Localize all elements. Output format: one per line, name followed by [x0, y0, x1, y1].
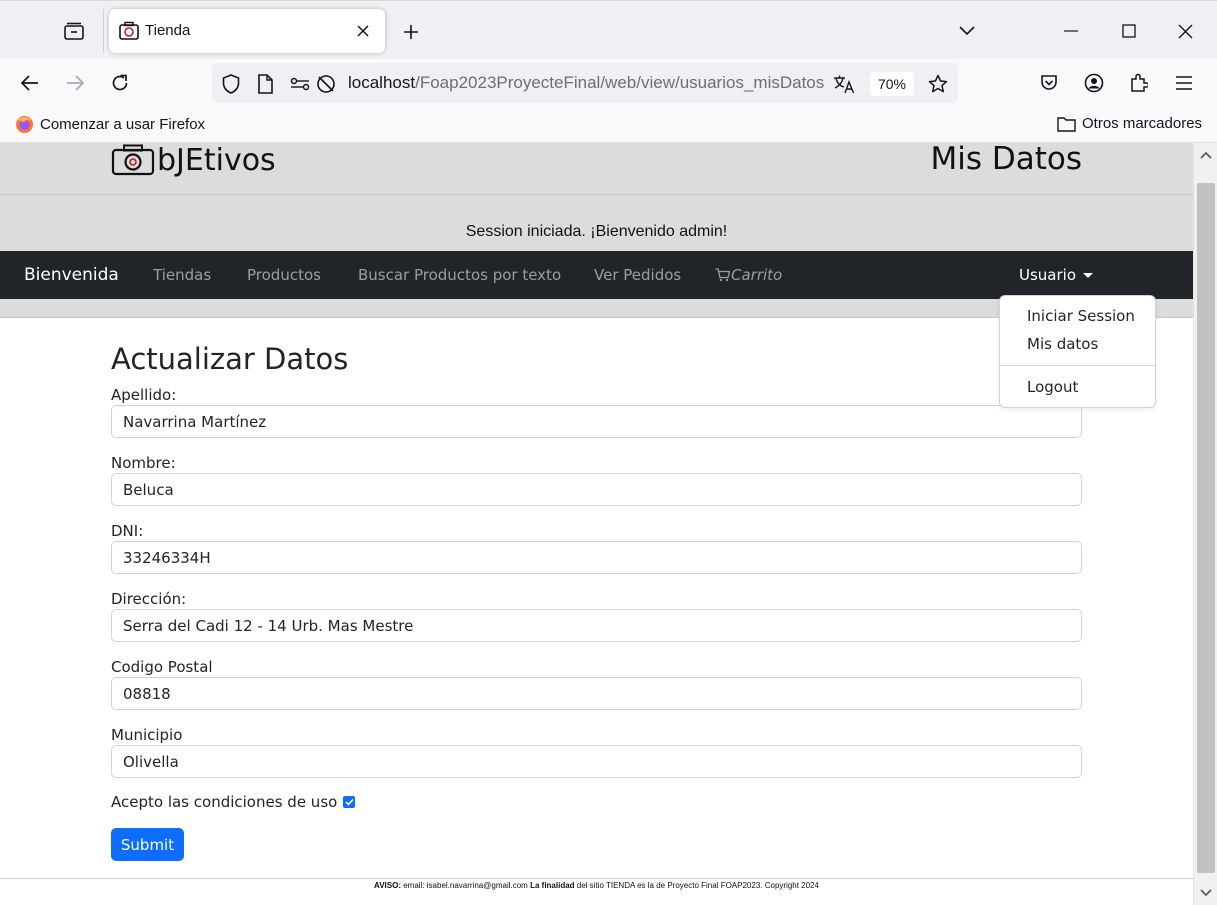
url-text[interactable]: localhost/Foap2023ProyecteFinal/web/view… — [348, 73, 828, 93]
close-window-icon[interactable] — [1163, 11, 1207, 51]
forward-arrow-icon[interactable] — [61, 69, 89, 97]
minimize-window-icon[interactable] — [1049, 11, 1093, 51]
bookmark-other-label: Otros marcadores — [1082, 115, 1203, 132]
terms-label: Acepto las condiciones de uso — [111, 793, 338, 811]
zoom-level-badge[interactable]: 70% — [870, 72, 914, 96]
navbar-brand[interactable]: Bienvenida — [24, 265, 119, 285]
label-direccion: Dirección: — [111, 590, 187, 608]
bookmark-other-folder[interactable]: Otros marcadores — [1057, 115, 1202, 132]
label-nombre: Nombre: — [111, 454, 176, 472]
cart-icon — [715, 268, 730, 282]
list-all-tabs-chevron-icon[interactable] — [953, 17, 981, 45]
account-icon[interactable] — [1080, 69, 1108, 97]
dropdown-item-logout[interactable]: Logout — [1027, 378, 1078, 396]
page-scrollbar[interactable] — [1193, 143, 1217, 905]
page-info-icon[interactable] — [254, 73, 276, 95]
tab-title: Tienda — [145, 22, 191, 39]
cart-label: Carrito — [731, 266, 783, 284]
new-tab-plus-icon[interactable] — [397, 18, 425, 46]
browser-toolbar: localhost/Foap2023ProyecteFinal/web/view… — [0, 59, 1217, 107]
firefox-logo-icon — [16, 116, 33, 133]
nav-link-productos[interactable]: Productos — [247, 266, 321, 284]
scroll-down-arrow-icon[interactable] — [1194, 883, 1217, 903]
reload-icon[interactable] — [106, 69, 134, 97]
nav-link-pedidos[interactable]: Ver Pedidos — [594, 266, 681, 284]
nav-link-tiendas[interactable]: Tiendas — [153, 266, 211, 284]
scrollbar-thumb[interactable] — [1197, 183, 1215, 873]
input-dni[interactable] — [111, 541, 1082, 574]
session-banner: Session iniciada. ¡Bienvenido admin! — [0, 195, 1193, 251]
permissions-icon[interactable] — [289, 73, 311, 95]
dropdown-divider — [1000, 365, 1155, 366]
session-message: Session iniciada. ¡Bienvenido admin! — [465, 223, 728, 240]
firefox-view-icon[interactable] — [60, 17, 88, 45]
user-menu-toggle[interactable]: Usuario — [1019, 266, 1094, 284]
label-municipio: Municipio — [111, 726, 183, 744]
camera-favicon-icon — [119, 21, 139, 41]
camera-logo-icon — [111, 144, 155, 176]
label-codigo-postal: Codigo Postal — [111, 658, 213, 676]
submit-button[interactable]: Submit — [111, 828, 184, 861]
caret-down-icon — [1083, 272, 1094, 278]
footer-notice: AVISO: email: isabel.navarrina@gmail.com… — [0, 881, 1193, 890]
label-apellido: Apellido: — [111, 386, 177, 404]
bookmark-get-started-label: Comenzar a usar Firefox — [40, 116, 206, 133]
footer-aviso: AVISO: — [374, 881, 401, 890]
folder-icon — [1057, 116, 1076, 132]
main-navbar: Bienvenida Tiendas Productos Buscar Prod… — [0, 251, 1193, 299]
maximize-window-icon[interactable] — [1107, 11, 1151, 51]
page-viewport: bJEtivos Mis Datos Session iniciada. ¡Bi… — [0, 143, 1193, 905]
page-heading: Mis Datos — [930, 143, 1082, 177]
nav-link-carrito[interactable]: Carrito — [715, 266, 782, 284]
terms-row: Acepto las condiciones de uso — [111, 793, 356, 811]
user-menu-label: Usuario — [1019, 266, 1077, 284]
browser-tab-active[interactable]: Tienda — [109, 9, 385, 53]
input-municipio[interactable] — [111, 745, 1082, 778]
terms-checkbox[interactable] — [343, 796, 356, 808]
input-apellido[interactable] — [111, 405, 1082, 438]
nav-link-buscar[interactable]: Buscar Productos por texto — [358, 266, 561, 284]
browser-tab-bar: Tienda — [0, 0, 1217, 59]
pocket-icon[interactable] — [1035, 69, 1063, 97]
close-tab-icon[interactable] — [351, 19, 375, 43]
dropdown-item-mis-datos[interactable]: Mis datos — [1027, 335, 1098, 353]
bookmarks-toolbar: Comenzar a usar Firefox Otros marcadores — [0, 107, 1217, 143]
scroll-up-arrow-icon[interactable] — [1194, 145, 1217, 165]
hamburger-menu-icon[interactable] — [1170, 69, 1198, 97]
footer-la: La — [530, 881, 540, 890]
bookmark-get-started[interactable]: Comenzar a usar Firefox — [15, 115, 205, 134]
footer-divider — [0, 878, 1193, 879]
input-nombre[interactable] — [111, 473, 1082, 506]
url-host: localhost — [348, 73, 416, 92]
extensions-puzzle-icon[interactable] — [1125, 69, 1153, 97]
footer-email[interactable]: email: isabel.navarrina@gmail.com — [403, 881, 528, 890]
logo-text: bJEtivos — [157, 143, 276, 178]
tab-separator — [103, 9, 104, 53]
site-header: bJEtivos Mis Datos — [0, 143, 1193, 195]
label-dni: DNI: — [111, 522, 144, 540]
checkmark-icon — [345, 798, 354, 806]
form-title: Actualizar Datos — [111, 342, 349, 376]
input-direccion[interactable] — [111, 609, 1082, 642]
tracking-blocked-icon[interactable] — [315, 73, 337, 95]
footer-finalidad: finalidad — [541, 881, 575, 890]
user-dropdown-menu: Iniciar Session Mis datos Logout — [999, 295, 1156, 408]
dropdown-item-iniciar-session[interactable]: Iniciar Session — [1027, 307, 1135, 325]
site-logo[interactable]: bJEtivos — [111, 143, 276, 178]
input-codigo-postal[interactable] — [111, 677, 1082, 710]
address-bar[interactable]: localhost/Foap2023ProyecteFinal/web/view… — [212, 63, 958, 103]
bookmark-star-icon[interactable] — [927, 73, 949, 95]
translate-icon[interactable] — [833, 73, 855, 95]
shield-icon[interactable] — [220, 73, 242, 95]
url-path: /Foap2023ProyecteFinal/web/view/usuarios… — [415, 73, 825, 92]
back-arrow-icon[interactable] — [16, 69, 44, 97]
footer-rest: del sitio TIENDA es la de Proyecto Final… — [576, 881, 819, 890]
